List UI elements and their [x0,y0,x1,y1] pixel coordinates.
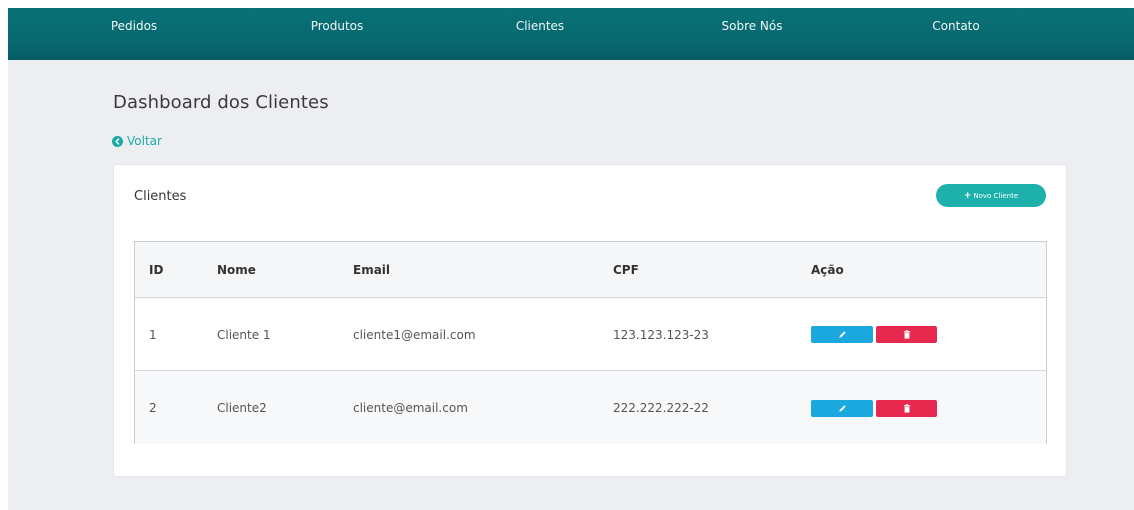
nav-item-sobre-nos[interactable]: Sobre Nós [721,19,782,33]
cell-nome: Cliente2 [217,401,267,415]
delete-button[interactable] [876,399,937,417]
table-header-row: ID Nome Email CPF Ação [135,242,1046,298]
cell-cpf: 123.123.123-23 [613,327,709,342]
page-title: Dashboard dos Clientes [113,92,329,113]
table-row: 2 Cliente2 cliente@email.com 222.222.222… [135,372,1046,444]
cell-email: cliente1@email.com [353,327,476,342]
cell-cpf: 222.222.222-22 [613,401,709,415]
header-nome: Nome [217,262,256,277]
nav-item-produtos[interactable]: Produtos [311,19,364,33]
table-row: 1 Cliente 1 cliente1@email.com 123.123.1… [135,299,1046,371]
header-id: ID [149,262,164,277]
card-title: Clientes [134,189,187,204]
cell-id: 1 [149,327,157,342]
new-client-button[interactable]: + Novo Cliente [936,184,1046,207]
trash-icon [903,330,910,339]
edit-button[interactable] [811,399,873,417]
nav-item-pedidos[interactable]: Pedidos [111,19,157,33]
nav-item-contato[interactable]: Contato [932,19,979,33]
row-actions [811,326,937,343]
row-actions [811,399,937,417]
clients-card: Clientes + Novo Cliente ID Nome Email CP… [113,164,1067,477]
nav-item-clientes[interactable]: Clientes [516,19,564,33]
clients-table: ID Nome Email CPF Ação 1 Cliente 1 clien… [134,241,1047,444]
arrow-circle-left-icon [112,135,123,147]
pencil-icon [838,331,846,338]
pencil-icon [838,404,846,412]
header-cpf: CPF [613,262,639,277]
cell-email: cliente@email.com [353,401,468,415]
new-client-button-label: Novo Cliente [973,191,1019,200]
edit-button[interactable] [811,326,873,343]
delete-button[interactable] [876,326,937,343]
trash-icon [903,403,910,413]
back-link[interactable]: Voltar [112,134,162,148]
top-navbar: Pedidos Produtos Clientes Sobre Nós Cont… [8,8,1134,60]
back-link-label: Voltar [127,134,162,148]
cell-nome: Cliente 1 [217,327,271,342]
page-background: Pedidos Produtos Clientes Sobre Nós Cont… [8,8,1134,510]
plus-icon: + [963,190,972,201]
header-acao: Ação [811,262,844,277]
header-email: Email [353,262,391,277]
cell-id: 2 [149,401,157,415]
